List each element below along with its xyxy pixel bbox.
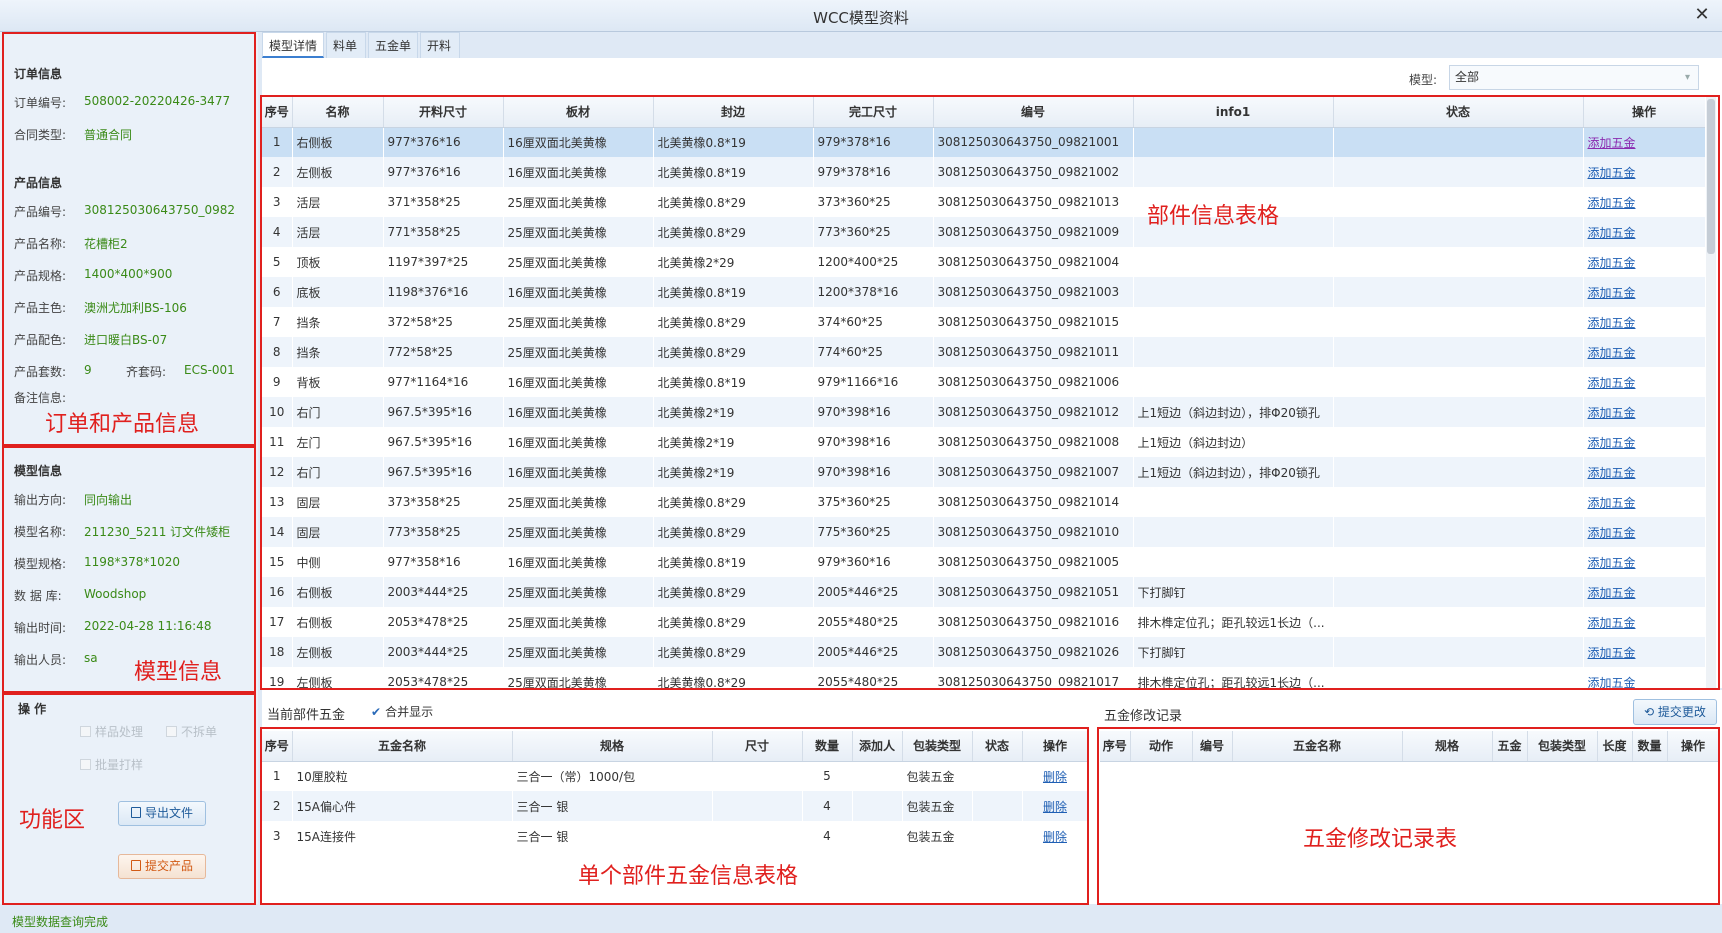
chevron-down-icon: ▾ bbox=[1684, 72, 1690, 83]
close-icon[interactable]: ✕ bbox=[1692, 4, 1712, 25]
export-file-label: 导出文件 bbox=[144, 806, 193, 820]
annotation-hardware: 单个部件五金信息表格 bbox=[578, 864, 799, 889]
tab-cutting[interactable]: 开料 bbox=[420, 32, 460, 58]
product-sub-color-label: 产品配色: bbox=[14, 333, 67, 347]
product-sub-color-value: 进口暖白BS-07 bbox=[84, 333, 168, 347]
submit-changes-button[interactable]: ⟲ 提交更改 bbox=[1633, 699, 1717, 725]
annotation-ops: 功能区 bbox=[19, 808, 86, 833]
database-value: Woodshop bbox=[84, 587, 147, 601]
model-filter-value: 全部 bbox=[1455, 70, 1480, 84]
sample-checkbox[interactable]: 样品处理 bbox=[80, 723, 143, 740]
tab-model-detail[interactable]: 模型详情 bbox=[262, 32, 324, 58]
window-title: WCC模型资料 bbox=[813, 9, 909, 27]
hardware-title: 当前部件五金 bbox=[267, 708, 346, 723]
remark-label: 备注信息: bbox=[14, 391, 67, 405]
kit-code-label: 齐套码: bbox=[126, 365, 167, 379]
export-file-button[interactable]: 导出文件 bbox=[118, 801, 206, 826]
status-text: 模型数据查询完成 bbox=[12, 915, 109, 929]
log-title: 五金修改记录 bbox=[1104, 709, 1183, 724]
output-time-value: 2022-04-28 11:16:48 bbox=[84, 619, 212, 633]
model-info-heading: 模型信息 bbox=[14, 464, 63, 478]
product-heading: 产品信息 bbox=[14, 176, 63, 190]
product-sets-value: 9 bbox=[84, 363, 92, 377]
product-name-label: 产品名称: bbox=[14, 237, 67, 251]
annotation-log: 五金修改记录表 bbox=[1303, 827, 1458, 852]
model-spec-value: 1198*378*1020 bbox=[84, 555, 180, 569]
contract-type-value: 普通合同 bbox=[84, 128, 133, 142]
output-dir-label: 输出方向: bbox=[14, 493, 67, 507]
submit-changes-icon: ⟲ bbox=[1644, 705, 1658, 719]
submit-product-label: 提交产品 bbox=[144, 859, 193, 873]
product-spec-value: 1400*400*900 bbox=[84, 267, 173, 281]
order-no-value: 508002-20220426-3477 bbox=[84, 94, 231, 108]
annotation-parts: 部件信息表格 bbox=[1147, 204, 1280, 229]
output-dir-value: 同向输出 bbox=[84, 493, 133, 507]
merge-display-label: 合并显示 bbox=[385, 705, 434, 719]
batch-print-checkbox-label: 批量打样 bbox=[95, 758, 144, 772]
model-name-label: 模型名称: bbox=[14, 525, 67, 539]
export-icon bbox=[130, 807, 141, 818]
batch-print-checkbox[interactable]: 批量打样 bbox=[80, 756, 143, 773]
product-name-value: 花槽柜2 bbox=[84, 237, 128, 251]
tab-hardware-list[interactable]: 五金单 bbox=[368, 32, 418, 58]
model-spec-label: 模型规格: bbox=[14, 557, 67, 571]
contract-type-label: 合同类型: bbox=[14, 128, 67, 142]
save-icon bbox=[130, 860, 141, 871]
product-sets-label: 产品套数: bbox=[14, 365, 67, 379]
tab-material-list[interactable]: 料单 bbox=[326, 32, 366, 58]
model-filter-select[interactable]: 全部 ▾ bbox=[1449, 65, 1699, 90]
output-user-label: 输出人员: bbox=[14, 653, 67, 667]
ops-heading: 操 作 bbox=[18, 702, 47, 716]
product-code-value: 308125030643750_0982 bbox=[84, 203, 236, 217]
check-icon: ✔ bbox=[371, 705, 382, 719]
order-no-label: 订单编号: bbox=[14, 96, 67, 110]
submit-product-button[interactable]: 提交产品 bbox=[118, 854, 206, 879]
kit-code-value: ECS-001 bbox=[184, 363, 235, 377]
product-main-color-value: 澳洲尤加利BS-106 bbox=[84, 301, 187, 315]
model-filter-label: 模型: bbox=[1409, 73, 1438, 87]
sample-checkbox-label: 样品处理 bbox=[95, 725, 144, 739]
merge-display-checkbox[interactable]: ✔ 合并显示 bbox=[371, 703, 433, 720]
database-label: 数 据 库: bbox=[14, 589, 62, 603]
product-main-color-label: 产品主色: bbox=[14, 301, 67, 315]
nosplit-checkbox-label: 不拆单 bbox=[181, 725, 218, 739]
output-time-label: 输出时间: bbox=[14, 621, 67, 635]
nosplit-checkbox[interactable]: 不拆单 bbox=[166, 723, 217, 740]
annotation-order-product: 订单和产品信息 bbox=[45, 412, 200, 437]
submit-changes-label: 提交更改 bbox=[1657, 705, 1706, 719]
product-spec-label: 产品规格: bbox=[14, 269, 67, 283]
output-user-value: sa bbox=[84, 651, 98, 665]
model-name-value: 211230_5211 订文件矮柜 bbox=[84, 525, 231, 539]
annotation-model: 模型信息 bbox=[134, 660, 223, 685]
parts-box bbox=[260, 95, 1720, 690]
log-box bbox=[1097, 727, 1720, 905]
title-bar: WCC模型资料 ✕ bbox=[0, 0, 1722, 32]
order-heading: 订单信息 bbox=[14, 67, 63, 81]
product-code-label: 产品编号: bbox=[14, 205, 67, 219]
